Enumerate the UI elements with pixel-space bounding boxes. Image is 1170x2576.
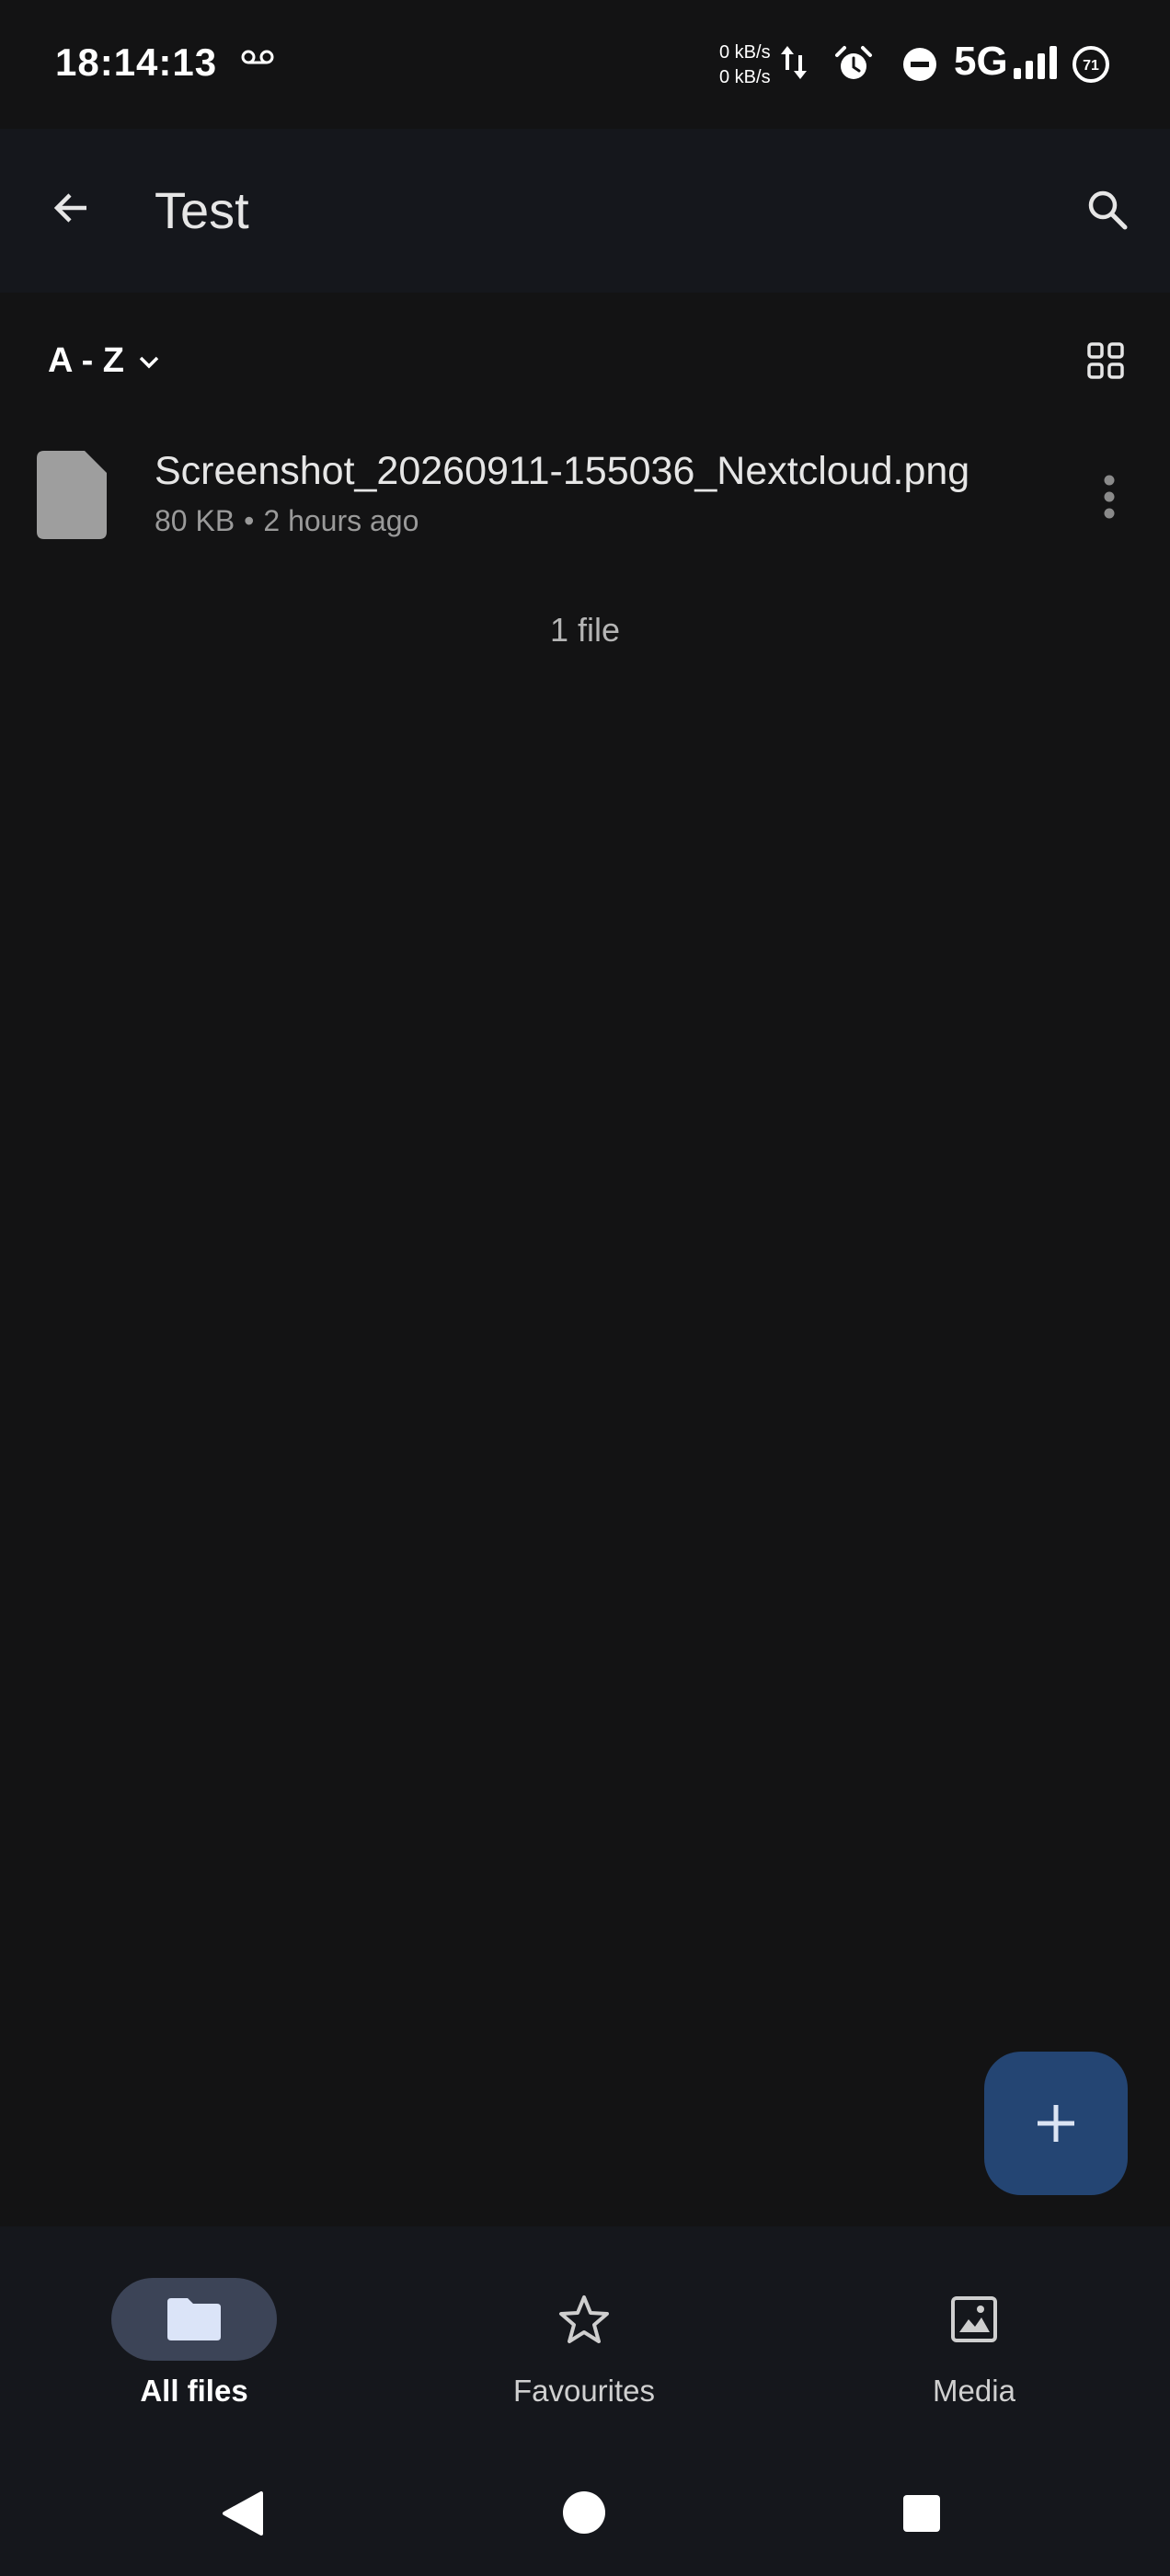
data-transfer-icon: [778, 42, 809, 87]
grid-view-toggle[interactable]: [1082, 337, 1130, 385]
nav-favourites-icon-holder: [501, 2278, 667, 2361]
nav-label-favourites: Favourites: [512, 2374, 656, 2408]
file-name: Screenshot_20260911-155036_Nextcloud.png: [155, 449, 970, 493]
sort-button[interactable]: A - Z: [48, 335, 161, 386]
more-vertical-icon: [1104, 475, 1115, 519]
nav-label-all-files: All files: [140, 2374, 248, 2408]
status-bar: 18:14:13 0 kB/s 0 kB/s 5G 71: [0, 0, 1170, 129]
add-button[interactable]: [984, 2052, 1128, 2195]
grid-view-icon: [1087, 342, 1124, 379]
top-app-bar: Test: [0, 129, 1170, 293]
nav-active-indicator: [111, 2278, 277, 2361]
file-size: 80 KB: [155, 504, 235, 537]
do-not-disturb-icon: [901, 46, 938, 87]
nav-label-media: Media: [933, 2374, 1015, 2408]
back-button[interactable]: [37, 173, 107, 243]
arrow-back-icon: [53, 193, 86, 223]
file-count: 1 file: [549, 611, 621, 649]
battery-level: 71: [1083, 58, 1099, 74]
alarm-icon: [833, 44, 874, 89]
triangle-back-icon: [223, 2491, 263, 2536]
battery-icon: 71: [1071, 44, 1111, 89]
network-type: 5G: [954, 39, 1008, 84]
page-title: Test: [155, 181, 249, 239]
plus-icon: [1038, 2105, 1074, 2142]
bottom-navigation: All files Favourites Media: [0, 2226, 1170, 2447]
search-button[interactable]: [1072, 175, 1142, 245]
signal-strength-icon: [1014, 46, 1058, 84]
file-overflow-menu-button[interactable]: [1089, 467, 1130, 526]
status-time: 18:14:13: [55, 40, 218, 84]
file-icon: [37, 451, 107, 544]
search-icon: [1088, 190, 1128, 230]
file-list-item[interactable]: Screenshot_20260911-155036_Nextcloud.png…: [0, 423, 1170, 561]
network-speed-down: 0 kB/s: [719, 67, 771, 87]
file-modified: 2 hours ago: [263, 504, 419, 537]
nav-item-favourites[interactable]: Favourites: [446, 2278, 722, 2425]
voicemail-icon: [241, 48, 274, 71]
nav-item-media[interactable]: Media: [836, 2278, 1112, 2425]
system-home-button[interactable]: [561, 2490, 607, 2540]
file-meta: 80 KB • 2 hours ago: [155, 504, 419, 538]
network-speed: 0 kB/s 0 kB/s: [719, 40, 784, 90]
star-icon: [559, 2295, 609, 2343]
system-recents-button[interactable]: [901, 2493, 942, 2538]
system-navigation-bar: [0, 2447, 1170, 2576]
circle-home-icon: [563, 2491, 605, 2534]
square-recents-icon: [903, 2495, 940, 2532]
file-meta-separator: •: [244, 504, 255, 537]
nav-item-all-files[interactable]: All files: [56, 2278, 332, 2425]
sort-label: A - Z: [48, 340, 125, 380]
image-icon: [951, 2296, 997, 2342]
chevron-down-icon: [139, 356, 159, 369]
folder-icon: [167, 2298, 221, 2340]
network-speed-up: 0 kB/s: [719, 42, 771, 63]
nav-media-icon-holder: [891, 2278, 1057, 2361]
system-back-button[interactable]: [221, 2490, 265, 2542]
